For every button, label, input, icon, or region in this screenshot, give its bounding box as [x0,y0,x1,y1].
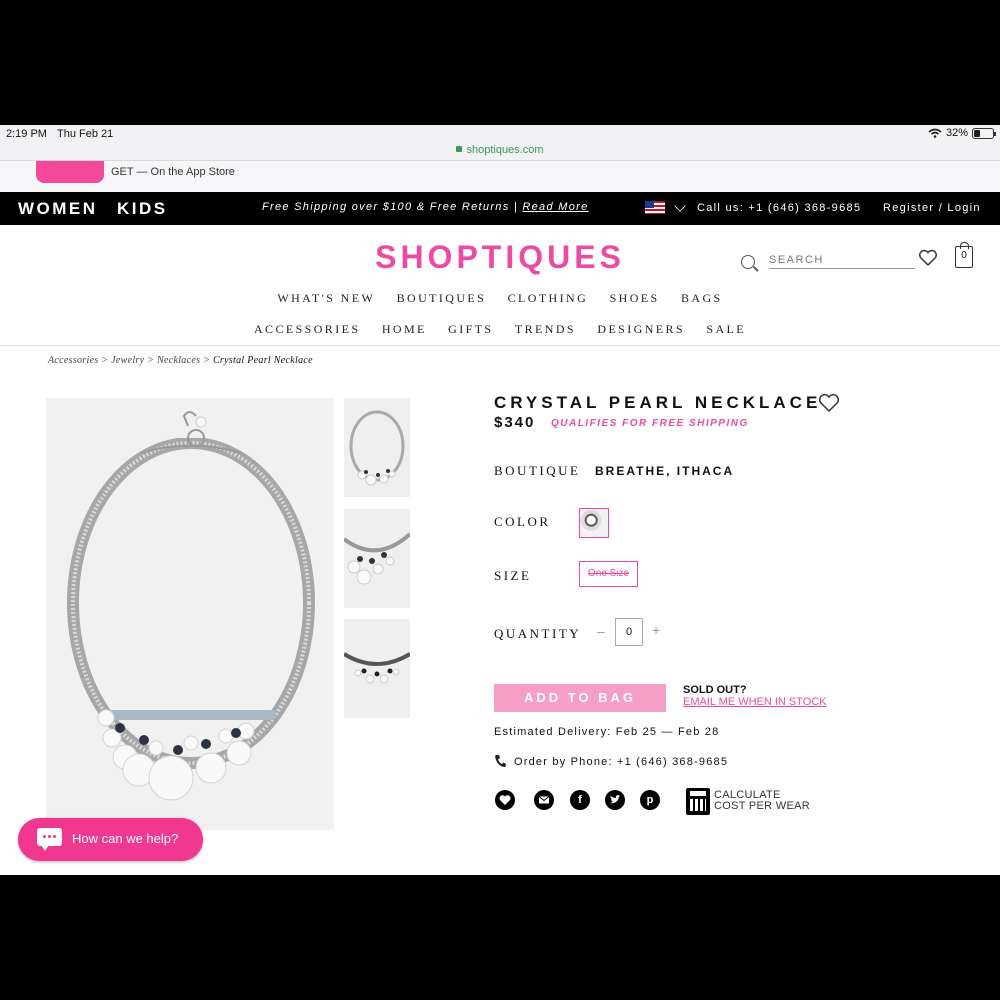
product-main-image[interactable] [46,398,334,830]
quantity-decrease-button[interactable]: – [597,623,605,639]
app-banner-text: GET — On the App Store [111,166,235,178]
lock-icon [456,146,463,152]
thumb-photo-1 [349,410,405,486]
thumb-photo-2 [342,532,412,585]
nav-gifts[interactable]: GIFTS [448,322,493,337]
chevron-down-icon[interactable] [674,200,686,212]
breadcrumb-accessories[interactable]: Accessories > [48,355,108,366]
boutique-name-link[interactable]: BREATHE, ITHACA [595,464,734,478]
chat-help-label: How can we help? [72,831,179,846]
facebook-icon[interactable]: f [570,790,590,810]
email-share-icon[interactable] [534,790,554,810]
promo-text: Free Shipping over $100 & Free Returns |… [262,201,589,213]
quantity-input[interactable]: 0 [615,618,643,646]
call-us-text: Call us: +1 (646) 368-9685 [697,202,862,214]
wifi-icon [928,128,942,138]
chat-bubble-icon [37,828,62,851]
add-to-bag-button[interactable]: ADD TO BAG [494,684,666,712]
calc-line-2: COST PER WEAR [714,800,810,812]
estimated-delivery: Estimated Delivery: Feb 25 — Feb 28 [494,726,720,738]
breadcrumb-necklaces[interactable]: Necklaces > [157,355,210,366]
nav-kids[interactable]: KIDS [117,199,168,219]
register-login-link[interactable]: Register / Login [883,202,981,214]
product-price: $340 [494,414,536,431]
search-icon[interactable] [741,255,755,269]
product-thumbnail-1[interactable] [344,398,410,497]
quantity-label: QUANTITY [494,626,582,641]
main-nav-row-1: WHAT'S NEW BOUTIQUES CLOTHING SHOES BAGS [0,291,1000,306]
color-swatch[interactable] [579,508,609,538]
calculator-icon[interactable] [686,788,710,815]
main-nav-row-2: ACCESSORIES HOME GIFTS TRENDS DESIGNERS … [0,322,1000,337]
email-when-in-stock-link[interactable]: EMAIL ME WHEN IN STOCK [683,696,827,708]
necklace-photo [67,398,315,801]
status-date: Thu Feb 21 [57,128,114,140]
breadcrumb-jewelry[interactable]: Jewelry > [111,355,154,366]
color-label: COLOR [494,514,551,529]
product-thumbnail-2[interactable] [342,509,412,608]
breadcrumb: Accessories > Jewelry > Necklaces > Crys… [48,355,313,366]
status-time: 2:19 PM [6,128,47,140]
heart-share-icon[interactable] [495,790,515,810]
boutique-label: BOUTIQUE [494,463,581,478]
nav-clothing[interactable]: CLOTHING [508,291,589,306]
status-right: 32% [928,127,996,139]
product-title: CRYSTAL PEARL NECKLACE [494,393,822,412]
nav-whats-new[interactable]: WHAT'S NEW [277,291,375,306]
status-bar: 2:19 PM Thu Feb 21 32% [0,125,1000,143]
nav-accessories[interactable]: ACCESSORIES [254,322,360,337]
nav-sale[interactable]: SALE [706,322,746,337]
nav-trends[interactable]: TRENDS [515,322,576,337]
promo-message: Free Shipping over $100 & Free Returns | [262,201,519,213]
pinterest-icon[interactable]: p [640,790,660,810]
nav-designers[interactable]: DESIGNERS [597,322,685,337]
nav-boutiques[interactable]: BOUTIQUES [397,291,487,306]
phone-icon [495,755,506,767]
chat-help-button[interactable]: How can we help? [18,818,203,861]
shopping-bag-icon[interactable]: 0 [955,242,973,268]
product-thumbnail-3[interactable] [342,619,412,718]
battery-percent: 32% [945,127,968,139]
app-logo-icon [36,161,104,183]
favorite-heart-icon[interactable] [818,393,840,413]
quantity-increase-button[interactable]: + [652,622,660,638]
sold-out-label: SOLD OUT? [683,684,747,696]
nav-bags[interactable]: BAGS [681,291,723,306]
order-by-phone: Order by Phone: +1 (646) 368-9685 [514,756,729,768]
size-label: SIZE [494,568,532,583]
size-option-button[interactable]: One Size [579,561,638,587]
read-more-link[interactable]: Read More [522,201,588,213]
bag-count: 0 [961,250,967,261]
nav-women[interactable]: WOMEN [18,199,98,219]
search-input[interactable] [769,251,915,269]
top-nav-bar: WOMEN KIDS Free Shipping over $100 & Fre… [0,192,1000,225]
header-divider [0,345,1000,346]
wishlist-heart-icon[interactable] [918,249,938,267]
thumb-photo-3 [342,652,412,684]
ipad-screen: 2:19 PM Thu Feb 21 32% shoptiques.com GE… [0,125,1000,875]
battery-icon [972,127,996,139]
us-flag-icon[interactable] [645,201,665,214]
twitter-icon[interactable] [605,790,625,810]
breadcrumb-current: Crystal Pearl Necklace [212,355,313,366]
nav-home[interactable]: HOME [382,322,427,337]
calculate-cost-per-wear-link[interactable]: CALCULATE COST PER WEAR [714,790,810,812]
url-text: shoptiques.com [466,144,544,156]
nav-shoes[interactable]: SHOES [610,291,660,306]
address-bar[interactable]: shoptiques.com [0,143,1000,161]
app-banner[interactable]: GET — On the App Store [0,161,1000,192]
free-shipping-note: QUALIFIES FOR FREE SHIPPING [551,418,749,429]
